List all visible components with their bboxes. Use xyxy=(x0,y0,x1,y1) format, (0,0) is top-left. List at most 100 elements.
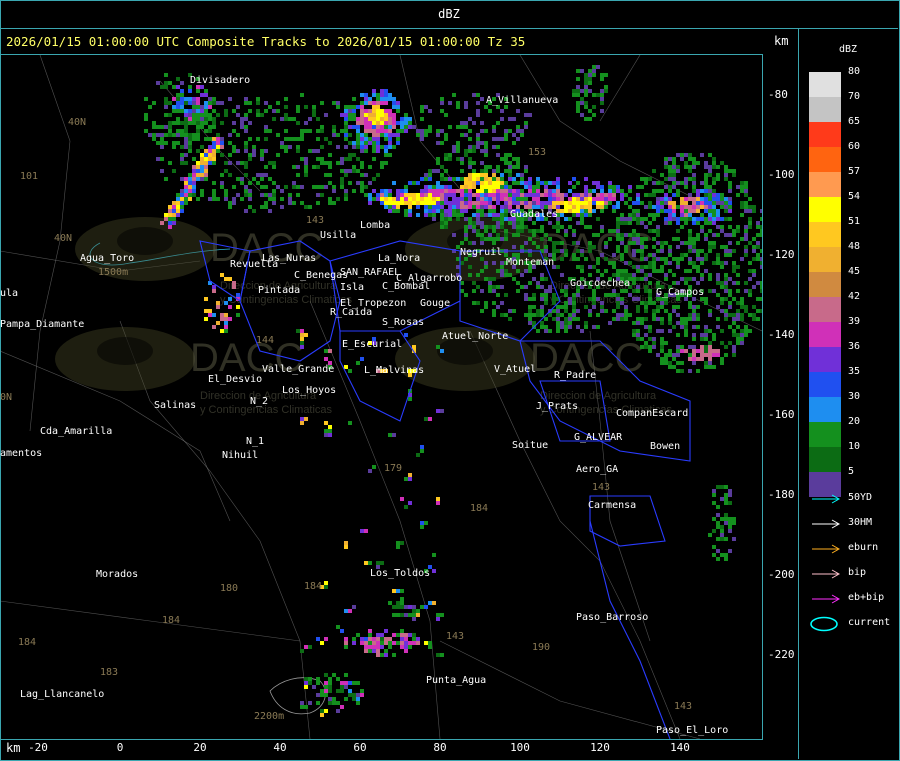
route-number-label: 144 xyxy=(256,335,275,346)
colorbar-swatch xyxy=(809,72,841,97)
track-legend-item: bip xyxy=(810,567,900,581)
track-arrow-icon xyxy=(812,519,841,529)
place-label: Guadales xyxy=(510,209,559,220)
colorbar-swatch xyxy=(809,347,841,372)
x-tick-label: 40 xyxy=(273,741,287,754)
route-number-label: 179 xyxy=(384,463,403,474)
place-label: Paso_El_Loro xyxy=(656,725,729,736)
place-label: Usilla xyxy=(320,230,357,241)
place-label: Negruil xyxy=(460,247,503,258)
y-tick-label: -180 xyxy=(768,488,795,501)
current-legend-item: current xyxy=(810,616,900,632)
route-number-label: 40N xyxy=(54,233,73,244)
place-label: R_Padre xyxy=(554,370,597,381)
place-label: Goicoechea xyxy=(570,278,631,289)
track-legend-label: 30HM xyxy=(848,517,873,528)
current-legend-label: current xyxy=(848,617,891,628)
place-label: Nihuil xyxy=(222,450,259,461)
colorbar-swatch xyxy=(809,147,841,172)
y-tick-label: -200 xyxy=(768,568,795,581)
route-number-label: 184 xyxy=(162,615,181,626)
place-label: La_Nora xyxy=(378,253,421,264)
colorbar-swatch xyxy=(809,172,841,197)
track-arrow-icon xyxy=(812,544,841,554)
place-label: Pampa_Diamante xyxy=(0,319,85,330)
legend-separator xyxy=(798,28,799,759)
composite-track-subtitle: 2026/01/15 01:00:00 UTC Composite Tracks… xyxy=(6,34,526,49)
place-label: Punta_Agua xyxy=(426,675,487,686)
radar-map-panel[interactable]: DACC Direccion de Agricultura y Contingenc… xyxy=(0,54,763,740)
route-number-label: 2200m xyxy=(254,711,285,722)
route-number-label: 0N xyxy=(0,392,13,403)
track-legend-item: eburn xyxy=(810,542,900,556)
place-label: G_ALVEAR xyxy=(574,432,623,443)
colorbar-level-label: 42 xyxy=(848,291,861,302)
legend-title: dBZ xyxy=(838,44,858,55)
colorbar-level-label: 36 xyxy=(848,341,861,352)
place-label: Paso_Barroso xyxy=(576,612,649,623)
place-label: G_Campos xyxy=(656,287,705,298)
place-label: amentos xyxy=(0,448,43,459)
x-tick-label: 0 xyxy=(116,741,124,754)
place-label: E_Escurial xyxy=(342,339,403,350)
x-tick-label: -20 xyxy=(28,741,48,754)
place-label: C_Bombal xyxy=(382,281,431,292)
colorbar-level-label: 35 xyxy=(848,366,861,377)
place-label: L_Malvinas xyxy=(364,365,425,376)
place-label: Carmensa xyxy=(588,500,637,511)
colorbar-swatch xyxy=(809,372,841,397)
colorbar-level-label: 30 xyxy=(848,391,861,402)
colorbar-swatch xyxy=(809,247,841,272)
place-label: Gouge xyxy=(420,298,451,309)
place-label: S_Rosas xyxy=(382,317,425,328)
place-label: Aero_GA xyxy=(576,464,619,475)
route-number-label: 1500m xyxy=(98,267,129,278)
route-number-label: 40N xyxy=(68,117,87,128)
window-title: dBZ xyxy=(0,0,898,29)
track-legend-item: eb+bip xyxy=(810,592,900,606)
x-tick-label: 120 xyxy=(590,741,610,754)
colorbar-level-label: 20 xyxy=(848,416,861,427)
radar-map-canvas[interactable]: DACCDireccion de Agriculturay Contingenc… xyxy=(0,55,762,739)
colorbar-level-label: 10 xyxy=(848,441,861,452)
colorbar-level-label: 54 xyxy=(848,191,861,202)
colorbar-swatch xyxy=(809,447,841,472)
colorbar-level-label: 39 xyxy=(848,316,861,327)
colorbar-swatch xyxy=(809,397,841,422)
colorbar-swatch xyxy=(809,422,841,447)
y-axis-unit: km xyxy=(774,34,789,48)
dbz-colorbar xyxy=(809,72,841,497)
place-label: N_1 xyxy=(246,436,265,447)
place-label: R_Caida xyxy=(330,307,373,318)
place-label: SAN_RAFAEL xyxy=(340,267,401,278)
colorbar-level-label: 60 xyxy=(848,141,861,152)
place-label: Lomba xyxy=(360,220,391,231)
route-number-label: 184 xyxy=(18,637,37,648)
route-number-label: 143 xyxy=(592,482,611,493)
route-number-label: 184 xyxy=(470,503,489,514)
route-number-label: 143 xyxy=(446,631,465,642)
colorbar-swatch xyxy=(809,197,841,222)
place-label: Bowen xyxy=(650,441,681,452)
colorbar-swatch xyxy=(809,222,841,247)
track-arrow-icon xyxy=(812,494,841,504)
track-arrow-icon xyxy=(812,569,841,579)
place-label: Agua_Toro xyxy=(80,253,135,264)
x-tick-label: 20 xyxy=(193,741,207,754)
y-tick-label: -220 xyxy=(768,648,795,661)
place-label: Los_Hoyos xyxy=(282,385,337,396)
place-label: Divisadero xyxy=(190,75,251,86)
colorbar-swatch xyxy=(809,122,841,147)
colorbar-swatch xyxy=(809,297,841,322)
current-ellipse-icon xyxy=(810,616,838,632)
track-legend-label: eb+bip xyxy=(848,592,885,603)
place-label: Atuel_Norte xyxy=(442,331,509,342)
place-label: Monteman xyxy=(506,257,555,268)
y-tick-label: -140 xyxy=(768,328,795,341)
x-tick-label: 80 xyxy=(433,741,447,754)
place-label: A_Villanueva xyxy=(486,95,559,106)
route-number-label: 143 xyxy=(306,215,325,226)
colorbar-level-label: 45 xyxy=(848,266,861,277)
place-label: ula xyxy=(0,288,19,299)
place-label: Salinas xyxy=(154,400,197,411)
